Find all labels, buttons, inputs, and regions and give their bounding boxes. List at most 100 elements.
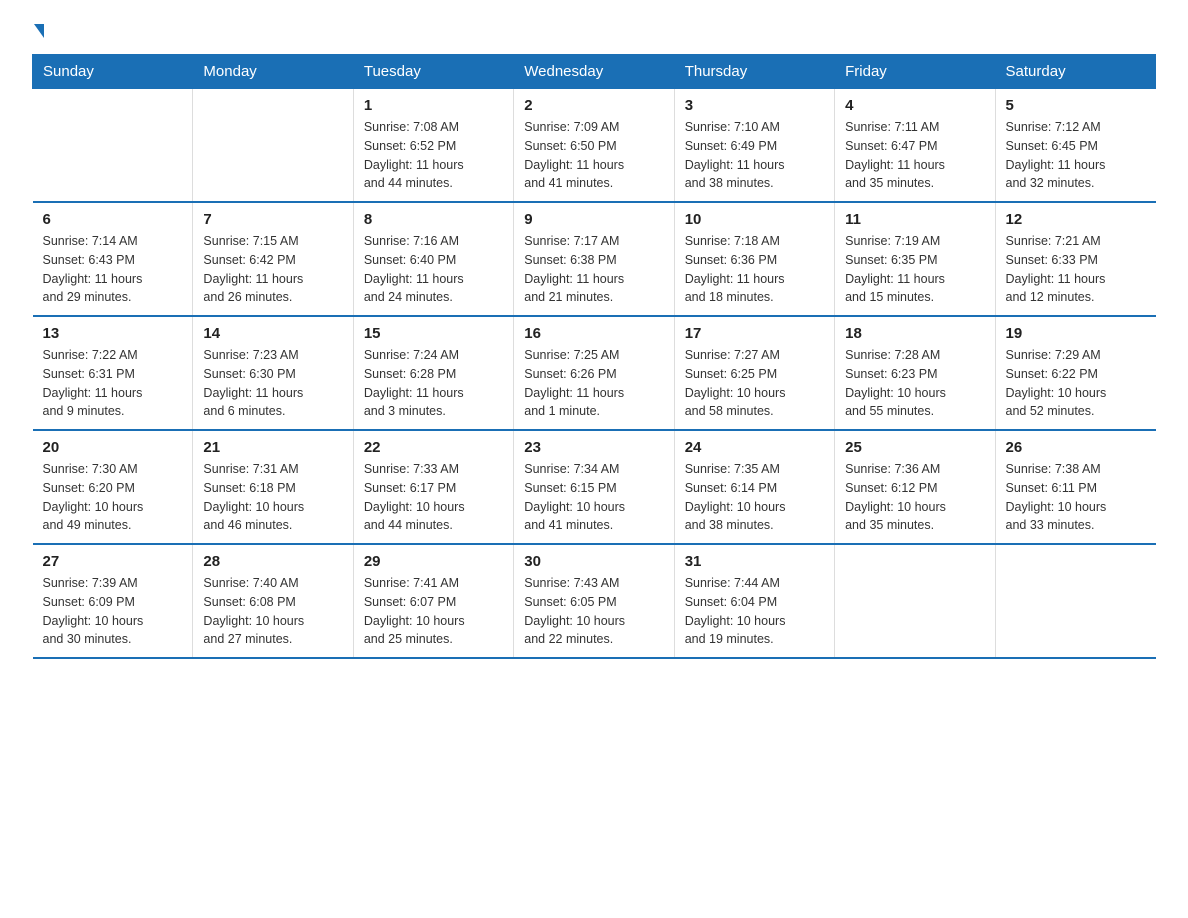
day-info: Sunrise: 7:30 AM Sunset: 6:20 PM Dayligh…: [43, 460, 183, 535]
day-info: Sunrise: 7:09 AM Sunset: 6:50 PM Dayligh…: [524, 118, 663, 193]
calendar-body: 1 Sunrise: 7:08 AM Sunset: 6:52 PM Daylig…: [33, 89, 1156, 659]
day-number: 24: [685, 439, 824, 456]
day-cell: [995, 544, 1155, 658]
day-info: Sunrise: 7:25 AM Sunset: 6:26 PM Dayligh…: [524, 346, 663, 421]
day-info: Sunrise: 7:44 AM Sunset: 6:04 PM Dayligh…: [685, 574, 824, 649]
day-number: 18: [845, 325, 984, 342]
day-number: 28: [203, 553, 342, 570]
day-number: 6: [43, 211, 183, 228]
day-number: 15: [364, 325, 503, 342]
day-number: 31: [685, 553, 824, 570]
day-info: Sunrise: 7:23 AM Sunset: 6:30 PM Dayligh…: [203, 346, 342, 421]
week-row: 6Sunrise: 7:14 AM Sunset: 6:43 PM Daylig…: [33, 202, 1156, 316]
day-cell: 4 Sunrise: 7:11 AM Sunset: 6:47 PM Daylig…: [835, 89, 995, 203]
day-cell: 5Sunrise: 7:12 AM Sunset: 6:45 PM Daylig…: [995, 89, 1155, 203]
day-info: Sunrise: 7:24 AM Sunset: 6:28 PM Dayligh…: [364, 346, 503, 421]
day-cell: 18Sunrise: 7:28 AM Sunset: 6:23 PM Dayli…: [835, 316, 995, 430]
day-number: 2: [524, 97, 663, 114]
header-cell-tuesday: Tuesday: [353, 55, 513, 89]
day-number: 19: [1006, 325, 1146, 342]
day-number: 7: [203, 211, 342, 228]
day-cell: 22 Sunrise: 7:33 AM Sunset: 6:17 PM Dayli…: [353, 430, 513, 544]
day-cell: 12 Sunrise: 7:21 AM Sunset: 6:33 PM Dayli…: [995, 202, 1155, 316]
day-cell: 23 Sunrise: 7:34 AM Sunset: 6:15 PM Dayli…: [514, 430, 674, 544]
week-row: 27 Sunrise: 7:39 AM Sunset: 6:09 PM Dayli…: [33, 544, 1156, 658]
day-cell: 2 Sunrise: 7:09 AM Sunset: 6:50 PM Daylig…: [514, 89, 674, 203]
day-cell: 28 Sunrise: 7:40 AM Sunset: 6:08 PM Dayli…: [193, 544, 353, 658]
day-info: Sunrise: 7:31 AM Sunset: 6:18 PM Dayligh…: [203, 460, 342, 535]
day-cell: 9Sunrise: 7:17 AM Sunset: 6:38 PM Daylig…: [514, 202, 674, 316]
day-number: 16: [524, 325, 663, 342]
day-number: 25: [845, 439, 984, 456]
day-info: Sunrise: 7:43 AM Sunset: 6:05 PM Dayligh…: [524, 574, 663, 649]
day-cell: [835, 544, 995, 658]
day-info: Sunrise: 7:15 AM Sunset: 6:42 PM Dayligh…: [203, 232, 342, 307]
day-cell: 31 Sunrise: 7:44 AM Sunset: 6:04 PM Dayli…: [674, 544, 834, 658]
day-cell: 15 Sunrise: 7:24 AM Sunset: 6:28 PM Dayli…: [353, 316, 513, 430]
day-info: Sunrise: 7:10 AM Sunset: 6:49 PM Dayligh…: [685, 118, 824, 193]
day-info: Sunrise: 7:27 AM Sunset: 6:25 PM Dayligh…: [685, 346, 824, 421]
day-info: Sunrise: 7:11 AM Sunset: 6:47 PM Dayligh…: [845, 118, 984, 193]
day-number: 27: [43, 553, 183, 570]
header-cell-monday: Monday: [193, 55, 353, 89]
day-number: 29: [364, 553, 503, 570]
day-cell: 20 Sunrise: 7:30 AM Sunset: 6:20 PM Dayli…: [33, 430, 193, 544]
day-cell: 30 Sunrise: 7:43 AM Sunset: 6:05 PM Dayli…: [514, 544, 674, 658]
week-row: 1 Sunrise: 7:08 AM Sunset: 6:52 PM Daylig…: [33, 89, 1156, 203]
day-info: Sunrise: 7:12 AM Sunset: 6:45 PM Dayligh…: [1006, 118, 1146, 193]
day-cell: 26 Sunrise: 7:38 AM Sunset: 6:11 PM Dayli…: [995, 430, 1155, 544]
day-number: 12: [1006, 211, 1146, 228]
day-cell: 16 Sunrise: 7:25 AM Sunset: 6:26 PM Dayli…: [514, 316, 674, 430]
day-cell: 7 Sunrise: 7:15 AM Sunset: 6:42 PM Daylig…: [193, 202, 353, 316]
logo: [32, 24, 44, 38]
day-number: 14: [203, 325, 342, 342]
day-cell: 25 Sunrise: 7:36 AM Sunset: 6:12 PM Dayli…: [835, 430, 995, 544]
day-number: 4: [845, 97, 984, 114]
day-cell: 6Sunrise: 7:14 AM Sunset: 6:43 PM Daylig…: [33, 202, 193, 316]
day-info: Sunrise: 7:39 AM Sunset: 6:09 PM Dayligh…: [43, 574, 183, 649]
day-info: Sunrise: 7:40 AM Sunset: 6:08 PM Dayligh…: [203, 574, 342, 649]
day-info: Sunrise: 7:21 AM Sunset: 6:33 PM Dayligh…: [1006, 232, 1146, 307]
day-info: Sunrise: 7:41 AM Sunset: 6:07 PM Dayligh…: [364, 574, 503, 649]
day-cell: 3 Sunrise: 7:10 AM Sunset: 6:49 PM Daylig…: [674, 89, 834, 203]
day-number: 23: [524, 439, 663, 456]
day-number: 3: [685, 97, 824, 114]
day-info: Sunrise: 7:18 AM Sunset: 6:36 PM Dayligh…: [685, 232, 824, 307]
day-number: 30: [524, 553, 663, 570]
day-cell: 27 Sunrise: 7:39 AM Sunset: 6:09 PM Dayli…: [33, 544, 193, 658]
day-info: Sunrise: 7:22 AM Sunset: 6:31 PM Dayligh…: [43, 346, 183, 421]
header-row: SundayMondayTuesdayWednesdayThursdayFrid…: [33, 55, 1156, 89]
week-row: 13 Sunrise: 7:22 AM Sunset: 6:31 PM Dayli…: [33, 316, 1156, 430]
day-info: Sunrise: 7:08 AM Sunset: 6:52 PM Dayligh…: [364, 118, 503, 193]
day-info: Sunrise: 7:34 AM Sunset: 6:15 PM Dayligh…: [524, 460, 663, 535]
logo-arrow-icon: [34, 24, 44, 38]
day-cell: 8Sunrise: 7:16 AM Sunset: 6:40 PM Daylig…: [353, 202, 513, 316]
day-info: Sunrise: 7:36 AM Sunset: 6:12 PM Dayligh…: [845, 460, 984, 535]
day-number: 22: [364, 439, 503, 456]
day-number: 20: [43, 439, 183, 456]
day-info: Sunrise: 7:33 AM Sunset: 6:17 PM Dayligh…: [364, 460, 503, 535]
day-cell: [193, 89, 353, 203]
day-cell: 1 Sunrise: 7:08 AM Sunset: 6:52 PM Daylig…: [353, 89, 513, 203]
day-cell: 10Sunrise: 7:18 AM Sunset: 6:36 PM Dayli…: [674, 202, 834, 316]
day-number: 9: [524, 211, 663, 228]
day-number: 17: [685, 325, 824, 342]
calendar-table: SundayMondayTuesdayWednesdayThursdayFrid…: [32, 54, 1156, 659]
day-number: 26: [1006, 439, 1146, 456]
day-info: Sunrise: 7:19 AM Sunset: 6:35 PM Dayligh…: [845, 232, 984, 307]
day-number: 13: [43, 325, 183, 342]
day-info: Sunrise: 7:38 AM Sunset: 6:11 PM Dayligh…: [1006, 460, 1146, 535]
header-cell-sunday: Sunday: [33, 55, 193, 89]
header-cell-friday: Friday: [835, 55, 995, 89]
day-info: Sunrise: 7:16 AM Sunset: 6:40 PM Dayligh…: [364, 232, 503, 307]
header-cell-saturday: Saturday: [995, 55, 1155, 89]
day-number: 1: [364, 97, 503, 114]
day-info: Sunrise: 7:29 AM Sunset: 6:22 PM Dayligh…: [1006, 346, 1146, 421]
day-cell: 11Sunrise: 7:19 AM Sunset: 6:35 PM Dayli…: [835, 202, 995, 316]
day-cell: 19 Sunrise: 7:29 AM Sunset: 6:22 PM Dayli…: [995, 316, 1155, 430]
day-cell: [33, 89, 193, 203]
day-cell: 17 Sunrise: 7:27 AM Sunset: 6:25 PM Dayli…: [674, 316, 834, 430]
page-header: [32, 24, 1156, 38]
day-cell: 14 Sunrise: 7:23 AM Sunset: 6:30 PM Dayli…: [193, 316, 353, 430]
day-cell: 24Sunrise: 7:35 AM Sunset: 6:14 PM Dayli…: [674, 430, 834, 544]
